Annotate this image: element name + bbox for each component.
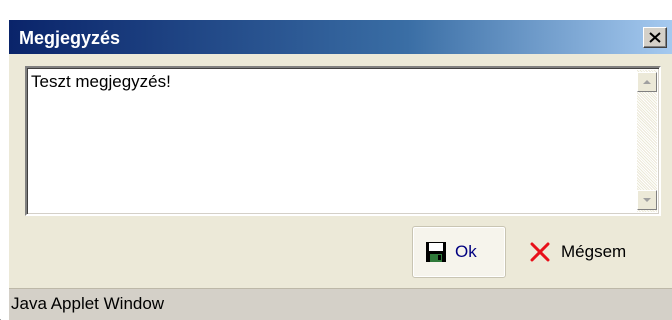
scroll-down-button[interactable] [637, 190, 657, 210]
note-text: Teszt megjegyzés! [31, 72, 171, 91]
ok-label: Ok [455, 242, 477, 261]
dialog-content: Teszt megjegyzés! Ok Mégsem [9, 54, 672, 320]
cancel-label: Mégsem [561, 242, 627, 261]
cancel-button[interactable]: Mégsem [517, 226, 657, 278]
scroll-up-button[interactable] [637, 72, 657, 92]
note-textarea[interactable]: Teszt megjegyzés! [25, 66, 661, 216]
close-icon [649, 32, 661, 43]
chevron-up-icon [643, 80, 651, 84]
ok-button[interactable]: Ok [412, 226, 506, 278]
background-top [1, 0, 672, 20]
title-bar[interactable]: Megjegyzés [9, 20, 672, 54]
status-text: Java Applet Window [11, 294, 165, 313]
window-title: Megjegyzés [19, 28, 121, 48]
chevron-down-icon [643, 198, 651, 202]
status-bar: Java Applet Window [9, 288, 672, 320]
vertical-scrollbar[interactable] [637, 70, 657, 212]
floppy-disk-icon [426, 242, 446, 262]
red-x-icon [530, 242, 550, 262]
dialog-window: Megjegyzés Teszt megjegyzés! Ok Mégsem J… [0, 0, 672, 320]
background-left [1, 0, 9, 320]
close-button[interactable] [643, 27, 667, 48]
